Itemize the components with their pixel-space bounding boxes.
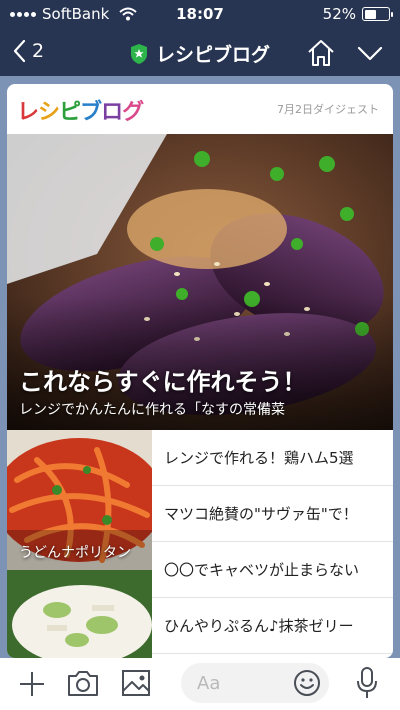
chat-title: レシピブログ <box>0 40 400 67</box>
chevron-down-icon[interactable] <box>356 40 384 66</box>
list-item[interactable]: 〇〇でキャベツが止まらない <box>152 542 393 598</box>
thumbnail-column: うどんナポリタン <box>7 430 152 658</box>
plus-icon[interactable] <box>18 670 46 698</box>
battery-icon <box>362 7 393 21</box>
home-icon[interactable] <box>306 38 336 68</box>
hero-subtitle: レンジでかんたんに作れる「なすの常備菜 <box>19 402 285 418</box>
microphone-icon[interactable] <box>356 666 378 700</box>
official-shield-icon <box>130 43 147 64</box>
logo-letter: ピ <box>59 100 81 125</box>
input-placeholder: Aa <box>197 673 221 694</box>
logo-letter: ブ <box>80 100 102 125</box>
udon-napolitan-label: うどんナポリタン <box>19 545 131 561</box>
logo-letter: シ <box>38 100 60 125</box>
list-item[interactable]: マツコ絶賛の"サヴァ缶"で！ <box>152 486 393 542</box>
camera-icon[interactable] <box>67 669 99 697</box>
message-input-bar: Aa <box>0 658 400 710</box>
cabbage-dish-thumb[interactable] <box>7 570 152 658</box>
battery-fill <box>364 9 376 19</box>
hero-article[interactable]: これならすぐに作れそう！ レンジでかんたんに作れる「なすの常備菜 <box>7 134 393 430</box>
logo-letter: ロ <box>101 100 123 125</box>
status-bar: SoftBank 18:07 52% <box>0 0 400 30</box>
image-icon[interactable] <box>121 669 151 697</box>
message-input[interactable]: Aa <box>181 663 329 703</box>
card-header: レシピブログ 7月2日ダイジェスト <box>7 84 393 134</box>
article-list: レンジで作れる！鶏ハム5選 マツコ絶賛の"サヴァ缶"で！ 〇〇でキャベツが止まら… <box>152 430 393 654</box>
chat-title-text: レシピブログ <box>155 44 270 66</box>
hero-title: これならすぐに作れそう！ <box>19 368 307 396</box>
list-item[interactable]: ひんやりぷるん♪抹茶ゼリー <box>152 598 393 654</box>
digest-date: 7月2日ダイジェスト <box>277 103 379 116</box>
logo-letter: グ <box>122 100 144 125</box>
battery-status: 52% <box>322 5 393 23</box>
logo-letter: レ <box>17 100 39 125</box>
emoji-icon[interactable] <box>293 669 321 697</box>
udon-napolitan-thumb[interactable]: うどんナポリタン <box>7 430 152 570</box>
list-item[interactable]: レンジで作れる！鶏ハム5選 <box>152 430 393 486</box>
battery-percent: 52% <box>322 5 356 23</box>
recipe-blog-logo: レシピブログ <box>17 94 144 126</box>
chat-header: 2 レシピブログ <box>0 30 400 76</box>
cabbage-dish-image <box>7 570 152 658</box>
recipe-digest-card[interactable]: レシピブログ 7月2日ダイジェスト これならすぐに作れそう！ レンジでかんたんに… <box>7 84 393 658</box>
